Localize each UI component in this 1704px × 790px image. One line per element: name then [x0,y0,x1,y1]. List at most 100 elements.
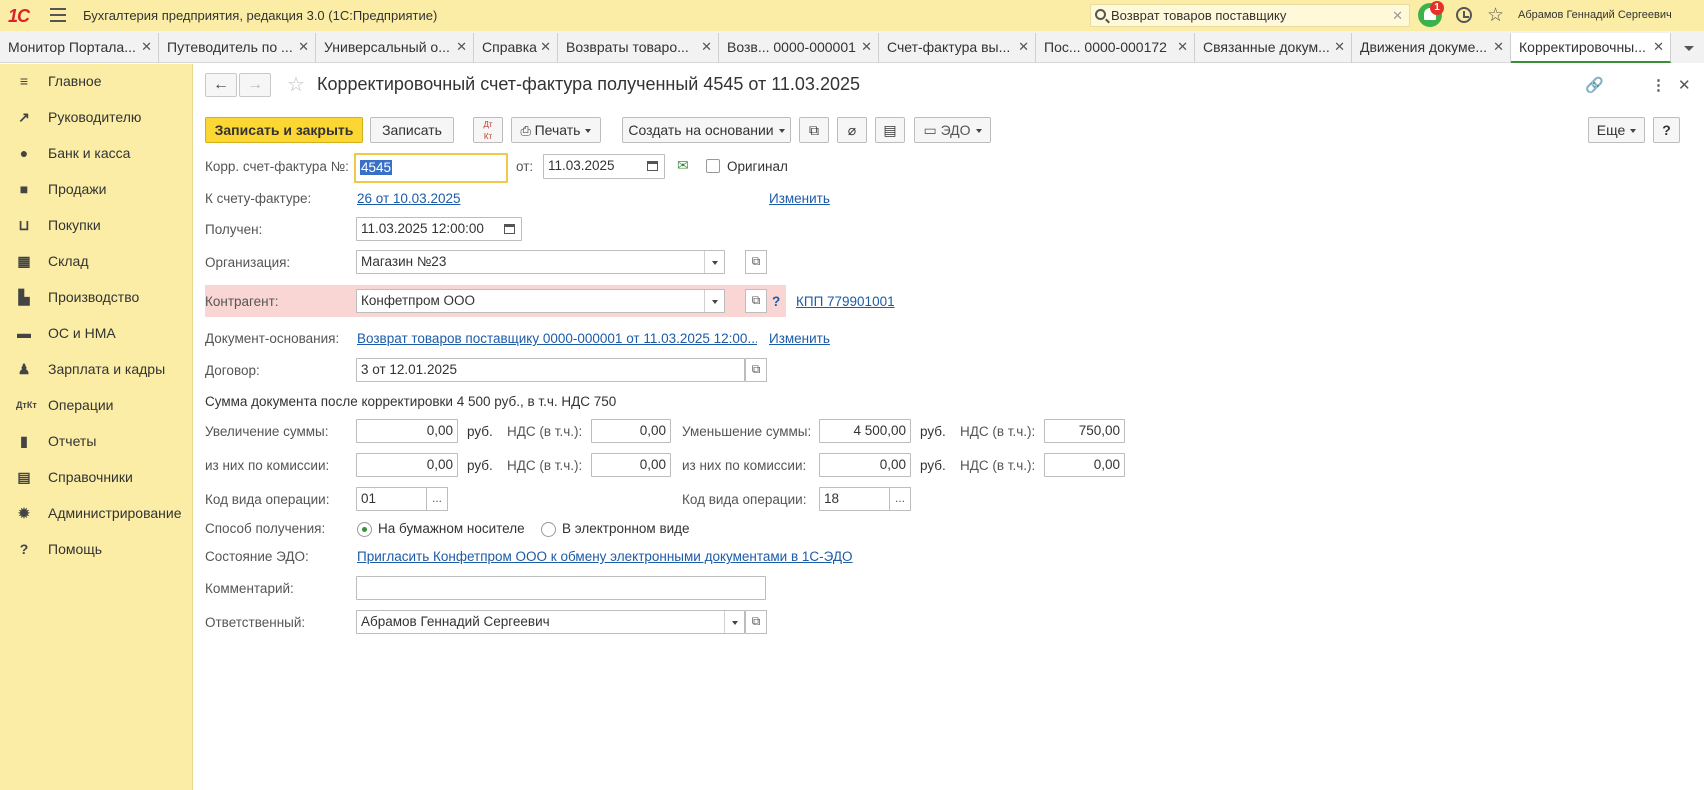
create-based-on-button[interactable]: Создать на основании [622,117,791,143]
structure-icon[interactable]: ⧉ [799,117,829,143]
chevron-down-icon[interactable] [704,251,724,273]
tab-receipt-doc[interactable]: Пос... 0000-000172 ✕ [1036,33,1195,63]
sidebar-item-salary[interactable]: ♟ Зарплата и кадры [0,354,193,384]
close-icon[interactable]: ✕ [1334,39,1345,55]
receipt-paper-radio[interactable] [357,522,372,537]
tab-guide[interactable]: Путеводитель по ... ✕ [159,33,316,63]
close-icon[interactable]: ✕ [861,39,872,55]
close-icon[interactable]: ✕ [456,39,467,55]
op-code-right-field[interactable]: 18 [819,487,891,511]
sidebar-item-bank[interactable]: ● Банк и касса [0,138,193,168]
sidebar-item-purchases[interactable]: ⊔ Покупки [0,210,193,240]
close-icon[interactable]: ✕ [1653,39,1664,55]
sidebar-item-sales[interactable]: ■ Продажи [0,174,193,204]
link-icon[interactable]: 🔗 [1585,76,1604,94]
tab-invoice-issued[interactable]: Счет-фактура вы... ✕ [879,33,1036,63]
decrease-commission-vat-field[interactable]: 0,00 [1044,453,1125,477]
close-icon[interactable]: ✕ [1678,76,1691,94]
op-code-right-select-button[interactable]: ... [889,487,911,511]
sidebar-item-warehouse[interactable]: ▦ Склад [0,246,193,276]
tab-return-doc[interactable]: Возв... 0000-000001 ✕ [719,33,879,63]
increase-vat-field[interactable]: 0,00 [591,419,671,443]
number-field[interactable]: 4545 [354,153,508,183]
contractor-select[interactable]: Конфетпром ООО [356,289,725,313]
close-icon[interactable]: ✕ [298,39,309,55]
original-checkbox[interactable] [706,159,720,173]
increase-commission-vat-field[interactable]: 0,00 [591,453,671,477]
sidebar-item-manager[interactable]: ↗ Руководителю [0,102,193,132]
save-and-close-button[interactable]: Записать и закрыть [205,117,363,143]
tab-universal[interactable]: Универсальный о... ✕ [316,33,474,63]
sidebar-item-main[interactable]: ≡ Главное [0,66,193,96]
back-button[interactable]: ← [205,73,237,97]
sidebar-item-reports[interactable]: ▮ Отчеты [0,426,193,456]
favorite-star-icon[interactable]: ☆ [287,72,305,97]
open-contractor-icon[interactable]: ⧉ [745,289,767,313]
notifications-bell-icon[interactable]: 1 [1418,1,1444,27]
help-button[interactable]: ? [1653,117,1680,143]
edo-invite-link[interactable]: Пригласить Конфетпром ООО к обмену элект… [357,549,853,564]
op-code-left-field[interactable]: 01 [356,487,428,511]
sidebar-item-catalogs[interactable]: ▤ Справочники [0,462,193,492]
sidebar-item-production[interactable]: ▙ Производство [0,282,193,312]
history-icon[interactable] [1456,7,1472,23]
document-list-icon[interactable]: ▤ [875,117,905,143]
contractor-help-icon[interactable]: ? [772,294,780,309]
global-search[interactable]: ✕ [1090,4,1410,27]
calendar-icon[interactable] [647,161,658,171]
responsible-select[interactable]: Абрамов Геннадий Сергеевич [356,610,745,634]
menu-icon[interactable] [50,8,66,22]
sidebar-item-admin[interactable]: ✹ Администрирование [0,498,193,528]
date-field[interactable]: 11.03.2025 [543,154,665,179]
clear-search-icon[interactable]: ✕ [1392,8,1403,24]
tab-doc-movements[interactable]: Движения докуме... ✕ [1352,33,1511,63]
decrease-commission-field[interactable]: 0,00 [819,453,911,477]
tab-correction-invoice[interactable]: Корректировочны... ✕ [1511,33,1671,63]
chevron-down-icon[interactable] [704,290,724,312]
edo-status-icon[interactable]: ✉ [677,157,689,174]
save-button[interactable]: Записать [370,117,454,143]
open-organization-icon[interactable]: ⧉ [745,250,767,274]
close-icon[interactable]: ✕ [701,39,712,55]
close-icon[interactable]: ✕ [1018,39,1029,55]
current-user[interactable]: Абрамов Геннадий Сергеевич [1518,9,1672,21]
sidebar-item-operations[interactable]: ДтКт Операции [0,390,193,420]
decrease-vat-field[interactable]: 750,00 [1044,419,1125,443]
kpp-link[interactable]: КПП 779901001 [796,294,895,309]
increase-commission-field[interactable]: 0,00 [356,453,458,477]
print-button[interactable]: ⎙ Печать [511,117,601,143]
sidebar-item-help[interactable]: ? Помощь [0,534,193,564]
more-vertical-icon[interactable]: ⋮ [1651,76,1666,94]
close-icon[interactable]: ✕ [1493,39,1504,55]
change-basis-link[interactable]: Изменить [769,331,830,346]
tab-returns-list[interactable]: Возвраты товаро... ✕ [558,33,719,63]
search-input[interactable] [1111,7,1381,24]
forward-button[interactable]: → [239,73,271,97]
calendar-icon[interactable] [504,224,515,234]
received-datetime-field[interactable]: 11.03.2025 12:00:00 [356,217,522,241]
contract-field[interactable]: 3 от 12.01.2025 [356,358,745,382]
basis-document-link[interactable]: Возврат товаров поставщику 0000-000001 о… [357,331,757,346]
close-icon[interactable]: ✕ [540,39,551,55]
dtkt-postings-icon[interactable]: Дт Кт [473,117,503,143]
op-code-left-select-button[interactable]: ... [426,487,448,511]
increase-amount-field[interactable]: 0,00 [356,419,458,443]
more-button[interactable]: Еще [1588,117,1645,143]
close-icon[interactable]: ✕ [1177,39,1188,55]
tabs-dropdown-icon[interactable] [1672,33,1704,63]
invoice-link[interactable]: 26 от 10.03.2025 [357,191,460,206]
comment-field[interactable] [356,576,766,600]
app-logo[interactable]: 1С [8,6,30,27]
attachment-icon[interactable]: ⌀ [837,117,867,143]
change-invoice-link[interactable]: Изменить [769,191,830,206]
decrease-amount-field[interactable]: 4 500,00 [819,419,911,443]
close-icon[interactable]: ✕ [141,39,152,55]
open-responsible-icon[interactable]: ⧉ [745,610,767,634]
receipt-electronic-radio[interactable] [541,522,556,537]
open-contract-icon[interactable]: ⧉ [745,358,767,382]
sidebar-item-assets[interactable]: ▬ ОС и НМА [0,318,193,348]
tab-related-docs[interactable]: Связанные докум... ✕ [1195,33,1352,63]
chevron-down-icon[interactable] [724,611,744,633]
organization-select[interactable]: Магазин №23 [356,250,725,274]
tab-portal-monitor[interactable]: Монитор Портала... ✕ [0,33,159,63]
